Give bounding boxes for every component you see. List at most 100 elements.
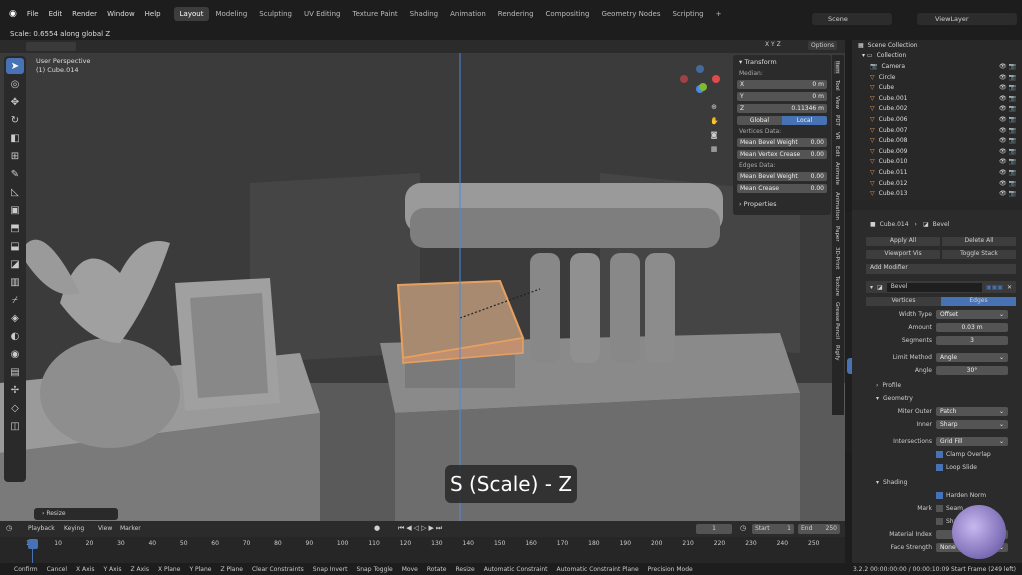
start-frame-field[interactable]: Start 1 xyxy=(752,524,794,534)
properties-subpanel[interactable]: › Properties xyxy=(733,197,831,211)
camera-view-icon[interactable]: ◙ xyxy=(710,131,718,139)
edge-slide-tool-icon[interactable]: ▤ xyxy=(6,364,24,380)
editor-type-icon[interactable]: ◷ xyxy=(6,524,12,532)
visibility-toggle-icons[interactable]: 👁 📷 xyxy=(999,95,1016,102)
zoom-icon[interactable]: ⊕ xyxy=(710,103,718,111)
workspace-tab-rendering[interactable]: Rendering xyxy=(492,7,540,21)
sidebar-tab-pdt[interactable]: PDT xyxy=(834,115,840,126)
grid-view-icon[interactable]: ▦ xyxy=(710,145,718,153)
loop-cut-tool-icon[interactable]: ▥ xyxy=(6,274,24,290)
select-mode-buttons[interactable] xyxy=(26,42,76,51)
vertices-tab[interactable]: Vertices xyxy=(866,296,941,306)
pan-hand-icon[interactable]: ✋ xyxy=(710,117,719,125)
profile-subpanel[interactable]: › Profile xyxy=(866,379,1022,391)
menu-help[interactable]: Help xyxy=(140,10,166,18)
mark-seam-checkbox[interactable] xyxy=(936,504,943,512)
modifier-name-field[interactable]: Bevel xyxy=(886,282,982,292)
spin-tool-icon[interactable]: ◐ xyxy=(6,328,24,344)
record-icon[interactable]: ● xyxy=(374,524,380,532)
sidebar-tab-item[interactable]: Item xyxy=(834,61,840,74)
visibility-toggle-icons[interactable]: 👁 📷 xyxy=(999,127,1016,134)
sidebar-tab-paper[interactable]: Paper xyxy=(834,226,840,242)
move-tool-icon[interactable]: ✥ xyxy=(6,94,24,110)
menu-render[interactable]: Render xyxy=(67,10,102,18)
workspace-tab-geometry-nodes[interactable]: Geometry Nodes xyxy=(595,7,666,21)
timeline-ruler[interactable]: 1102030405060708090100110120130140150160… xyxy=(0,537,845,563)
mean-vertex-crease-field[interactable]: Mean Vertex Crease 0.00 xyxy=(737,150,827,159)
extrude-tool-icon[interactable]: ⬒ xyxy=(6,220,24,236)
scene-selector[interactable]: Scene xyxy=(812,13,892,25)
scale-tool-icon[interactable]: ◧ xyxy=(6,130,24,146)
workspace-tab-compositing[interactable]: Compositing xyxy=(540,7,596,21)
visibility-toggle-icons[interactable]: 👁 📷 xyxy=(999,190,1016,197)
bevel-tool-icon[interactable]: ◪ xyxy=(6,256,24,272)
playback-controls[interactable]: ⏮◀◁▷▶⏭ xyxy=(398,524,444,533)
shear-tool-icon[interactable]: ◇ xyxy=(6,400,24,416)
transform-tool-icon[interactable]: ⊞ xyxy=(6,148,24,164)
local-toggle[interactable]: Local xyxy=(782,116,827,125)
visibility-toggle-icons[interactable]: 👁 📷 xyxy=(999,116,1016,123)
edge-bevel-weight-field[interactable]: Mean Bevel Weight 0.00 xyxy=(737,172,827,181)
visibility-toggle-icons[interactable]: 👁 📷 xyxy=(999,180,1016,187)
median-x-field[interactable]: X0 m xyxy=(737,80,827,89)
shrink-tool-icon[interactable]: ✢ xyxy=(6,382,24,398)
workspace-tab-shading[interactable]: Shading xyxy=(404,7,444,21)
menu-window[interactable]: Window xyxy=(102,10,140,18)
width-type-dropdown[interactable]: Offset ⌄ xyxy=(936,309,1008,319)
view-layer-selector[interactable]: ViewLayer xyxy=(917,13,1017,25)
shading-subpanel[interactable]: ▾ Shading xyxy=(866,476,1022,488)
harden-normals-checkbox[interactable] xyxy=(936,491,943,499)
global-toggle[interactable]: Global xyxy=(737,116,782,125)
modifier-close-icon[interactable]: ✕ xyxy=(1007,284,1012,291)
toggle-stack-button[interactable]: Toggle Stack xyxy=(942,249,1016,259)
outliner-item[interactable]: ▽ Cube.012 👁 📷 xyxy=(852,178,1022,189)
sidebar-tab-vr[interactable]: VR xyxy=(834,132,840,140)
intersections-dropdown[interactable]: Grid Fill ⌄ xyxy=(936,436,1008,446)
mark-sharp-checkbox[interactable] xyxy=(936,517,943,525)
visibility-toggle-icons[interactable]: 👁 📷 xyxy=(999,84,1016,91)
median-y-field[interactable]: Y0 m xyxy=(737,92,827,101)
outliner-item[interactable]: ▽ Circle 👁 📷 xyxy=(852,72,1022,83)
mean-bevel-weight-field[interactable]: Mean Bevel Weight 0.00 xyxy=(737,138,827,147)
outliner-item[interactable]: ▽ Cube.011 👁 📷 xyxy=(852,167,1022,178)
amount-field[interactable]: 0.03 m xyxy=(936,322,1008,332)
marker-menu[interactable]: Marker xyxy=(120,525,141,532)
annotate-tool-icon[interactable]: ✎ xyxy=(6,166,24,182)
3d-viewport[interactable]: User Perspective (1) Cube.014 ⊕ ✋ ◙ ▦ › … xyxy=(0,53,845,521)
sidebar-tab-rigify[interactable]: Rigify xyxy=(834,345,840,360)
collapse-chevron-icon[interactable]: ▾ xyxy=(870,284,873,291)
playhead[interactable] xyxy=(28,539,38,549)
transform-header[interactable]: ▾ Transform xyxy=(733,55,831,69)
workspace-tab-texture-paint[interactable]: Texture Paint xyxy=(347,7,404,21)
sidebar-tab-animate[interactable]: Animate xyxy=(834,162,840,185)
sidebar-tab-view[interactable]: View xyxy=(834,96,840,109)
visibility-toggle-icons[interactable]: 👁 📷 xyxy=(999,105,1016,112)
playback-menu[interactable]: Playback xyxy=(28,525,55,532)
workspace-tab-layout[interactable]: Layout xyxy=(173,7,210,21)
viewport-vis-button[interactable]: Viewport Vis xyxy=(866,249,940,259)
clamp-overlap-checkbox[interactable] xyxy=(936,450,943,458)
edges-tab[interactable]: Edges xyxy=(941,296,1016,306)
visibility-toggle-icons[interactable]: 👁 📷 xyxy=(999,169,1016,176)
visibility-toggle-icons[interactable]: 👁 📷 xyxy=(999,74,1016,81)
rotate-tool-icon[interactable]: ↻ xyxy=(6,112,24,128)
workspace-tab-animation[interactable]: Animation xyxy=(444,7,492,21)
outliner-item[interactable]: ▽ Cube.007 👁 📷 xyxy=(852,125,1022,136)
workspace-tab-sculpting[interactable]: Sculpting xyxy=(253,7,298,21)
visibility-toggle-icons[interactable]: 👁 📷 xyxy=(999,148,1016,155)
modifier-visibility-icons[interactable]: ▣▣▣ xyxy=(986,284,1003,291)
median-z-field[interactable]: Z 0.11346 m xyxy=(737,104,827,113)
properties-search-bar[interactable] xyxy=(852,200,1022,210)
apply-all-button[interactable]: Apply All xyxy=(866,236,940,246)
knife-tool-icon[interactable]: ⌿ xyxy=(6,292,24,308)
workspace-tab-scripting[interactable]: Scripting xyxy=(666,7,709,21)
cursor-tool-icon[interactable]: ◎ xyxy=(6,76,24,92)
outliner-item[interactable]: ▽ Cube.001 👁 📷 xyxy=(852,93,1022,104)
current-frame-field[interactable]: 1 xyxy=(696,524,732,534)
menu-file[interactable]: File xyxy=(22,10,44,18)
sidebar-tab-tool[interactable]: Tool xyxy=(834,80,840,91)
poly-build-tool-icon[interactable]: ◈ xyxy=(6,310,24,326)
menu-edit[interactable]: Edit xyxy=(44,10,68,18)
view-menu[interactable]: View xyxy=(98,525,112,532)
sidebar-tab-3d-print[interactable]: 3D-Print xyxy=(834,247,840,269)
